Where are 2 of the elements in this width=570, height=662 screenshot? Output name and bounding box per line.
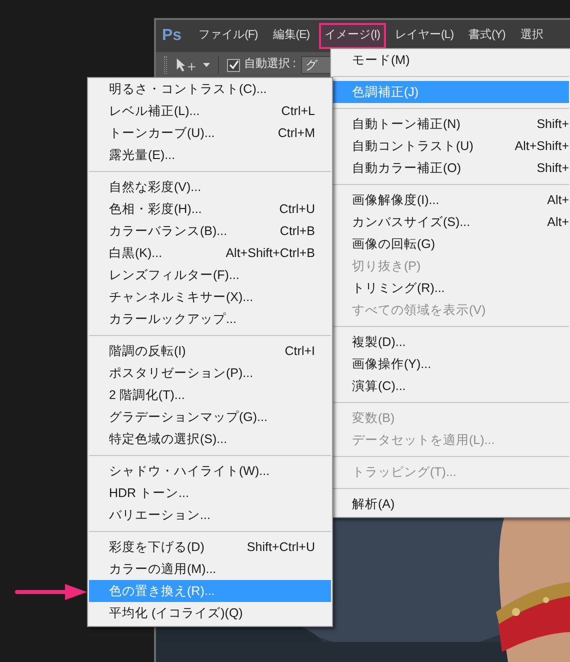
- app-logo: Ps: [162, 26, 182, 46]
- checkbox-label: 自動選択 :: [244, 56, 296, 72]
